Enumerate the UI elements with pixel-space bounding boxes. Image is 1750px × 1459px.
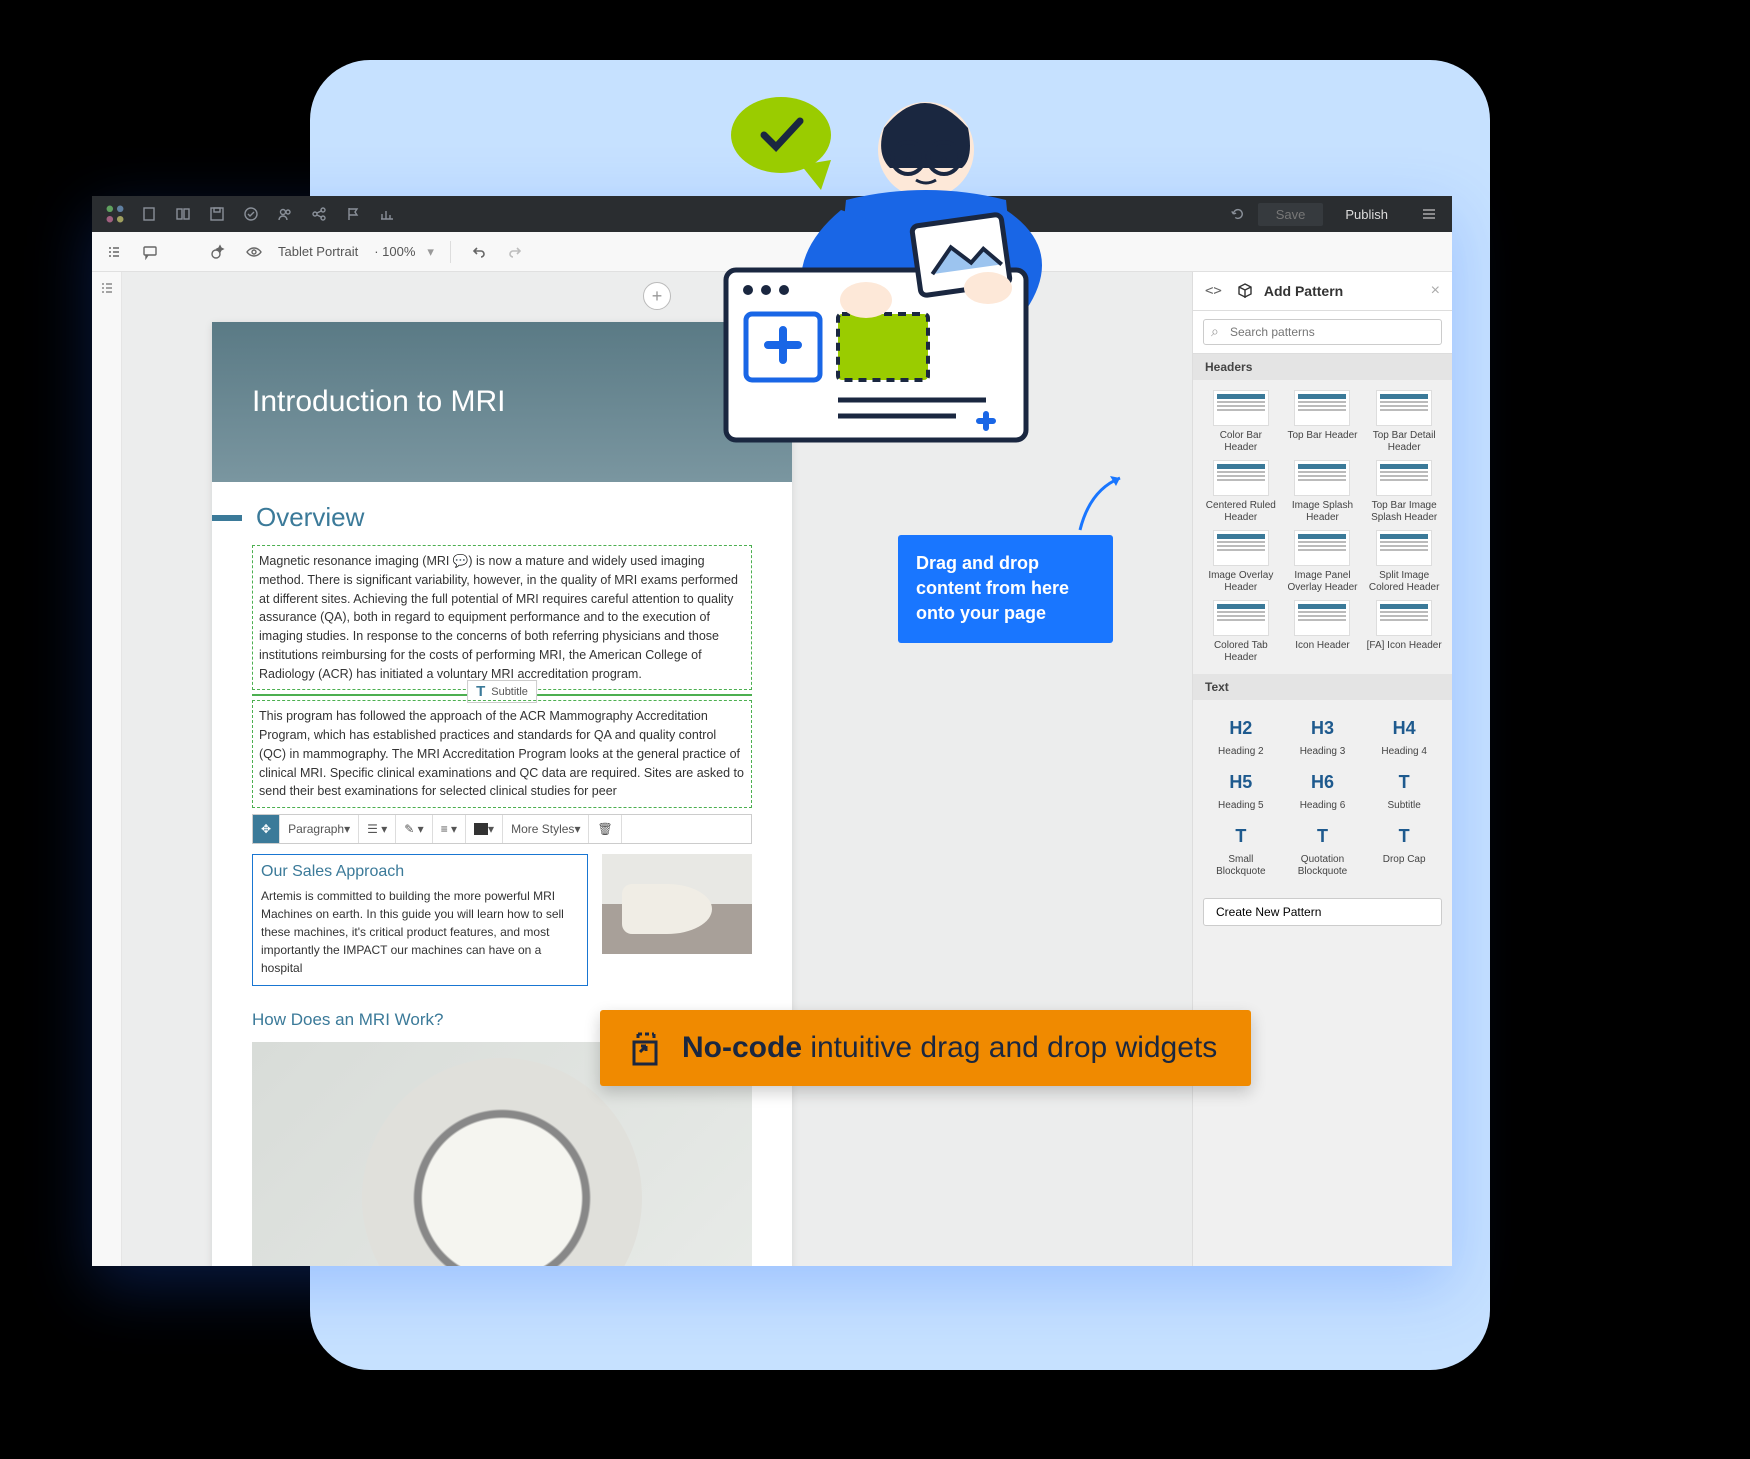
pattern-item[interactable]: Top Bar Header [1285,390,1361,454]
magic-icon[interactable] [206,240,230,264]
zoom-level[interactable]: · 100% [374,244,415,259]
headers-section-label: Headers [1193,354,1452,380]
mri-thumbnail-image[interactable] [602,854,752,954]
pattern-item[interactable]: H4Heading 4 [1366,710,1442,758]
align-icon[interactable]: ≡ ▾ [433,815,466,843]
insert-marker[interactable]: T Subtitle [252,694,752,696]
pattern-item[interactable]: Split Image Colored Header [1366,530,1442,594]
pattern-item[interactable]: Color Bar Header [1203,390,1279,454]
add-pattern-panel: <> Add Pattern × Headers Color Bar Heade… [1192,272,1452,1266]
pattern-item[interactable]: Image Panel Overlay Header [1285,530,1361,594]
search-container [1193,311,1452,354]
pattern-item[interactable]: TSubtitle [1366,764,1442,812]
close-icon[interactable]: × [1431,282,1440,300]
color-icon[interactable]: ▾ [466,815,503,843]
style-select[interactable]: Paragraph ▾ [280,815,359,843]
chart-icon[interactable] [374,201,400,227]
paragraph-block-1[interactable]: Magnetic resonance imaging (MRI 💬) is no… [252,545,752,690]
section-accent-bar [212,515,242,521]
panel-title: Add Pattern [1264,283,1421,299]
chevron-down-icon[interactable]: ▾ [427,244,434,260]
flag-icon[interactable] [340,201,366,227]
undo-icon[interactable] [467,240,491,264]
app-logo-icon [102,201,128,227]
save-icon[interactable] [204,201,230,227]
move-handle-icon[interactable]: ✥ [253,815,280,843]
text-icon: T [476,683,485,700]
pattern-item[interactable]: Image Splash Header [1285,460,1361,524]
list-icon[interactable]: ☰ ▾ [359,815,396,843]
paragraph-block-2[interactable]: This program has followed the approach o… [252,700,752,808]
redo-icon[interactable] [503,240,527,264]
pattern-item[interactable]: H5Heading 5 [1203,764,1279,812]
callout-arrow-icon [1070,470,1130,540]
orange-callout: No-code intuitive drag and drop widgets [600,1010,1251,1086]
blue-callout: Drag and drop content from here onto you… [898,535,1113,643]
hamburger-menu-icon[interactable] [1416,201,1442,227]
pattern-item[interactable]: Centered Ruled Header [1203,460,1279,524]
undo-top-icon[interactable] [1224,201,1250,227]
export-icon [624,1028,664,1068]
pattern-item[interactable]: TQuotation Blockquote [1285,818,1361,878]
more-styles[interactable]: More Styles ▾ [503,815,589,843]
pattern-item[interactable]: [FA] Icon Header [1366,600,1442,664]
overview-heading: Overview [256,502,364,533]
view-mode-select[interactable]: Tablet Portrait [278,244,358,259]
search-input[interactable] [1203,319,1442,345]
cube-icon [1236,282,1254,300]
pattern-item[interactable]: H2Heading 2 [1203,710,1279,758]
pattern-item[interactable]: Top Bar Image Splash Header [1366,460,1442,524]
pattern-item[interactable]: Image Overlay Header [1203,530,1279,594]
pattern-item[interactable]: TSmall Blockquote [1203,818,1279,878]
add-block-button[interactable]: + [643,282,671,310]
pattern-item[interactable]: H6Heading 6 [1285,764,1361,812]
outline-icon[interactable] [102,240,126,264]
eye-icon[interactable] [242,240,266,264]
comment-icon[interactable] [138,240,162,264]
sales-text-block[interactable]: Our Sales Approach Artemis is committed … [252,854,588,986]
person-illustration [686,70,1096,450]
publish-button[interactable]: Publish [1331,203,1402,226]
check-icon[interactable] [238,201,264,227]
highlight-icon[interactable]: ✎ ▾ [396,815,432,843]
block-toolbar: ✥ Paragraph ▾ ☰ ▾ ✎ ▾ ≡ ▾ ▾ More Styles … [252,814,752,844]
pattern-item[interactable]: H3Heading 3 [1285,710,1361,758]
sales-heading: Our Sales Approach [261,863,579,881]
share-icon[interactable] [306,201,332,227]
delete-icon[interactable]: 🗑 [589,815,621,843]
layout-icon[interactable] [170,201,196,227]
document-page: Introduction to MRI Overview Magnetic re… [212,322,792,1266]
pattern-item[interactable]: Colored Tab Header [1203,600,1279,664]
users-icon[interactable] [272,201,298,227]
create-pattern-button[interactable]: Create New Pattern [1203,898,1442,926]
page-icon[interactable] [136,201,162,227]
save-button[interactable]: Save [1258,203,1324,226]
pattern-item[interactable]: Icon Header [1285,600,1361,664]
text-section-label: Text [1193,674,1452,700]
sales-body: Artemis is committed to building the mor… [261,887,579,977]
left-gutter [92,272,122,1266]
pattern-item[interactable]: TDrop Cap [1366,818,1442,878]
code-icon[interactable]: <> [1205,283,1222,299]
pattern-item[interactable]: Top Bar Detail Header [1366,390,1442,454]
